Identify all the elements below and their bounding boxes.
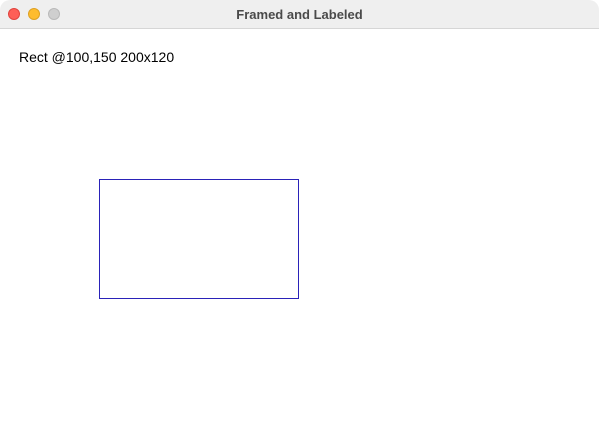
resize-handle[interactable] (593, 423, 599, 429)
title-bar[interactable]: Framed and Labeled (0, 0, 599, 29)
window-title: Framed and Labeled (236, 7, 363, 22)
framed-rectangle (99, 179, 299, 299)
canvas-area[interactable]: Rect @100,150 200x120 (0, 29, 599, 429)
rect-label: Rect @100,150 200x120 (19, 49, 175, 65)
app-window: Framed and Labeled Rect @100,150 200x120 (0, 0, 599, 429)
